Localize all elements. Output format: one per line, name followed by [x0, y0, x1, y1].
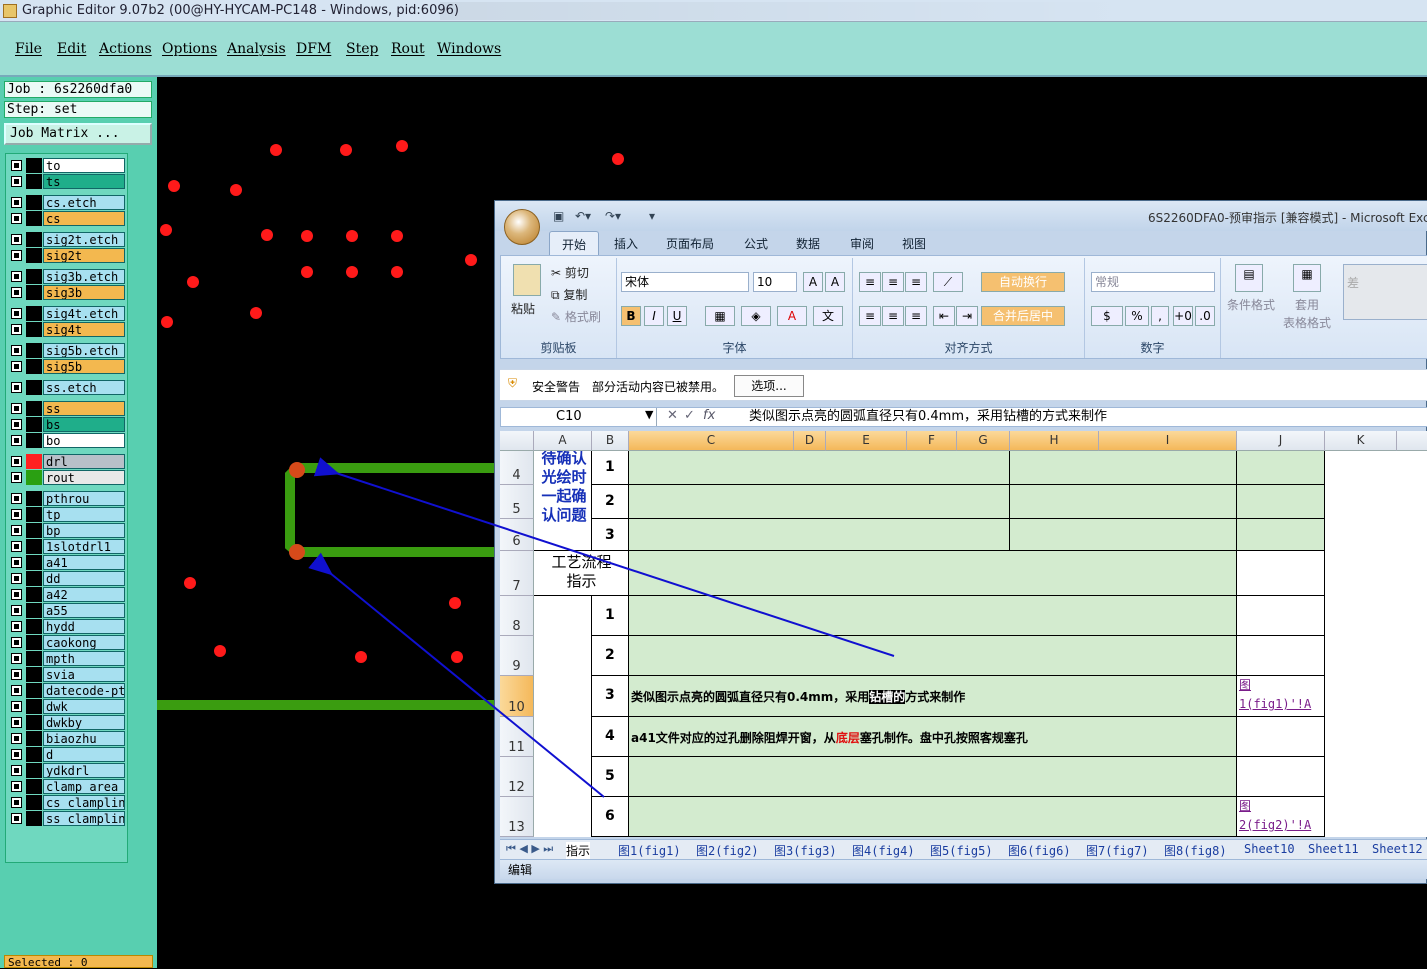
annotation-arrows	[308, 457, 895, 798]
annotation-arrow	[313, 457, 895, 657]
annotation-arrow	[308, 552, 605, 798]
